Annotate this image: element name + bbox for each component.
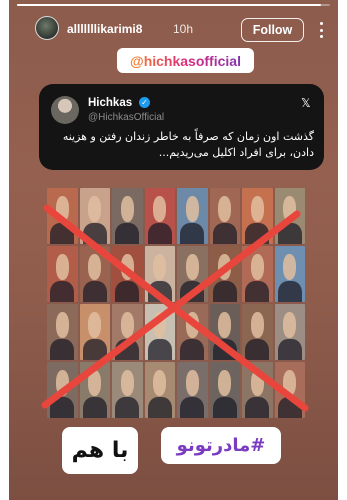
- photo-grid: [47, 188, 305, 418]
- portrait-photo: [144, 246, 175, 302]
- portrait-photo: [242, 188, 273, 244]
- portrait-photo: [242, 304, 273, 360]
- portrait-photo: [209, 304, 240, 360]
- hashtag-sticker[interactable]: #مادرتونو: [161, 427, 281, 464]
- portrait-photo: [242, 246, 273, 302]
- username[interactable]: alllllllikarimi8: [67, 22, 142, 36]
- portrait-photo: [112, 304, 143, 360]
- post-time: 10h: [173, 22, 194, 36]
- tweet-avatar: [51, 96, 79, 124]
- portrait-photo: [209, 246, 240, 302]
- portrait-photo: [47, 304, 78, 360]
- portrait-photo: [209, 188, 240, 244]
- story-progress-fill: [17, 4, 321, 6]
- portrait-photo: [177, 246, 208, 302]
- portrait-photo: [79, 362, 110, 418]
- portrait-photo: [177, 304, 208, 360]
- tweet-author-name: Hichkas: [88, 97, 133, 109]
- portrait-photo: [274, 362, 305, 418]
- portrait-photo: [112, 188, 143, 244]
- tweet-card: Hichkas ✓ @HichkasOfficial 𝕏 گذشت اون زم…: [39, 84, 324, 170]
- story-header: alllllllikarimi8 10h Follow: [9, 10, 338, 48]
- x-logo-icon: 𝕏: [301, 96, 311, 110]
- mention-sticker-label: @hichkasofficial: [130, 52, 241, 69]
- portrait-photo: [144, 188, 175, 244]
- tweet-author-handle: @HichkasOfficial: [88, 112, 165, 123]
- mention-sticker[interactable]: @hichkasofficial: [117, 48, 254, 73]
- portrait-photo: [177, 362, 208, 418]
- tweet-text: گذشت اون زمان که صرفاً به خاطر زندان رفت…: [62, 130, 314, 159]
- portrait-photo: [209, 362, 240, 418]
- portrait-photo: [112, 362, 143, 418]
- portrait-photo: [274, 246, 305, 302]
- portrait-photo: [242, 362, 273, 418]
- avatar[interactable]: [35, 16, 59, 40]
- portrait-photo: [47, 362, 78, 418]
- portrait-photo: [47, 246, 78, 302]
- follow-button[interactable]: Follow: [241, 18, 304, 42]
- sticker-ba-ham[interactable]: با هم: [62, 427, 138, 474]
- portrait-photo: [112, 246, 143, 302]
- portrait-photo: [274, 188, 305, 244]
- portrait-photo: [79, 188, 110, 244]
- verified-badge-icon: ✓: [139, 97, 150, 108]
- portrait-photo: [274, 304, 305, 360]
- portrait-photo: [144, 362, 175, 418]
- portrait-photo: [79, 246, 110, 302]
- more-options-icon[interactable]: [314, 19, 328, 41]
- portrait-photo: [79, 304, 110, 360]
- portrait-photo: [177, 188, 208, 244]
- portrait-photo: [144, 304, 175, 360]
- story-progress-bar: [17, 4, 330, 6]
- portrait-photo: [47, 188, 78, 244]
